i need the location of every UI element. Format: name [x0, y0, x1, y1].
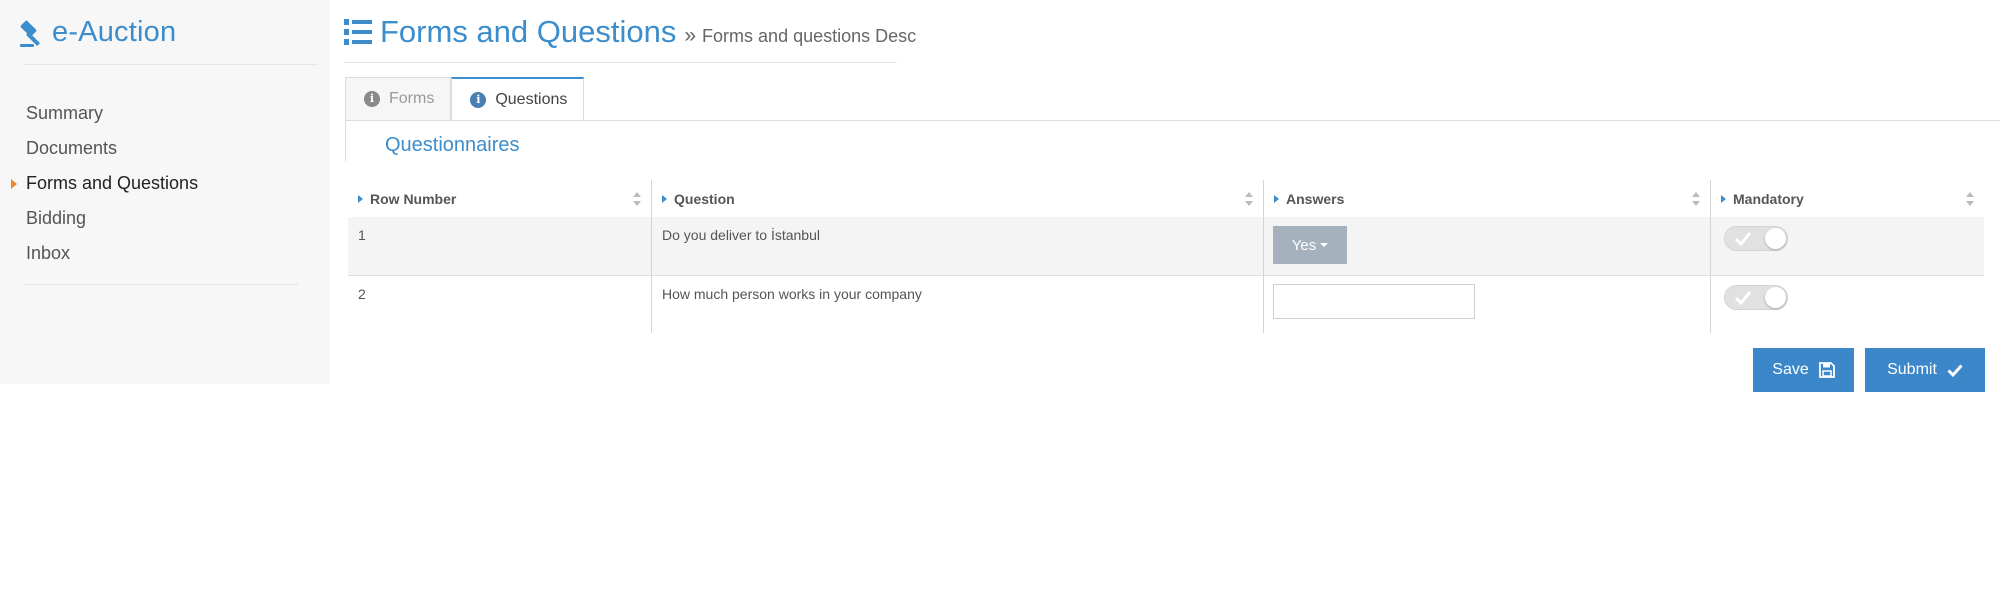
sidebar-item-documents[interactable]: Documents — [0, 131, 330, 166]
column-header-answers[interactable]: Answers — [1263, 180, 1710, 217]
brand[interactable]: e-Auction — [18, 16, 176, 49]
sort-icon — [1966, 192, 1974, 206]
table-row: 1 Do you deliver to İstanbul Yes — [348, 217, 1984, 275]
breadcrumb-separator: » — [684, 24, 697, 47]
divider — [24, 64, 318, 65]
column-header-row-number[interactable]: Row Number — [348, 180, 651, 217]
table-row: 2 How much person works in your company — [348, 275, 1984, 333]
save-button-label: Save — [1772, 361, 1809, 378]
question-cell: How much person works in your company — [651, 276, 1263, 333]
question-cell: Do you deliver to İstanbul — [651, 217, 1263, 275]
answer-select-button[interactable]: Yes — [1273, 226, 1347, 264]
caret-right-icon — [1721, 194, 1726, 203]
page-title: Forms and Questions — [380, 14, 677, 49]
tab-bar: i Forms i Questions — [345, 77, 585, 121]
column-header-label: Row Number — [370, 190, 457, 207]
toggle-knob — [1765, 287, 1786, 308]
caret-down-icon — [1320, 243, 1329, 247]
answer-input[interactable] — [1273, 284, 1475, 319]
mandatory-cell — [1710, 276, 1984, 333]
ordered-list-icon — [344, 19, 372, 45]
sidebar-item-label: Forms and Questions — [26, 173, 199, 193]
column-header-label: Answers — [1286, 190, 1345, 207]
sidebar-item-label: Bidding — [26, 208, 87, 228]
caret-right-icon — [358, 194, 363, 203]
row-number-cell: 2 — [358, 286, 366, 302]
tab-questions[interactable]: i Questions — [451, 77, 585, 121]
sidebar-item-forms-and-questions[interactable]: Forms and Questions — [0, 166, 330, 201]
submit-button[interactable]: Submit — [1865, 348, 1985, 392]
sidebar-item-bidding[interactable]: Bidding — [0, 201, 330, 236]
sort-icon — [1692, 192, 1700, 206]
column-header-question[interactable]: Question — [651, 180, 1263, 217]
page-header: Forms and Questions » Forms and question… — [344, 14, 916, 50]
sidebar-item-label: Summary — [26, 103, 104, 123]
section-title: Questionnaires — [385, 134, 520, 156]
divider — [24, 284, 298, 285]
divider — [345, 120, 2000, 121]
sidebar-item-label: Documents — [26, 138, 118, 158]
tab-label: Questions — [495, 91, 568, 108]
tab-label: Forms — [389, 90, 435, 107]
answer-cell — [1263, 276, 1710, 333]
info-icon: i — [364, 91, 380, 107]
mandatory-toggle[interactable] — [1724, 285, 1788, 310]
questions-table: Row Number Question Answers Mandatory 1 … — [348, 180, 1984, 333]
check-icon — [1734, 232, 1752, 246]
sidebar-nav: Summary Documents Forms and Questions Bi… — [0, 96, 330, 271]
info-icon: i — [470, 92, 487, 108]
divider — [344, 62, 897, 63]
divider — [345, 120, 346, 161]
gavel-icon — [20, 20, 40, 47]
sort-icon — [1245, 192, 1253, 206]
sort-icon — [633, 192, 641, 206]
column-header-mandatory[interactable]: Mandatory — [1710, 180, 1984, 217]
sidebar-item-summary[interactable]: Summary — [0, 96, 330, 131]
answer-select-value: Yes — [1291, 236, 1317, 254]
toggle-knob — [1765, 228, 1786, 249]
caret-right-icon — [662, 194, 667, 203]
sidebar-item-inbox[interactable]: Inbox — [0, 236, 330, 271]
check-icon — [1947, 364, 1963, 378]
column-header-label: Question — [674, 190, 735, 207]
mandatory-cell — [1710, 217, 1984, 275]
check-icon — [1734, 291, 1752, 305]
mandatory-toggle[interactable] — [1724, 226, 1788, 251]
floppy-disk-icon — [1818, 362, 1835, 378]
table-header: Row Number Question Answers Mandatory — [348, 180, 1984, 217]
save-button[interactable]: Save — [1753, 348, 1854, 392]
active-caret-icon — [11, 179, 17, 189]
tab-forms[interactable]: i Forms — [345, 77, 452, 120]
answer-cell: Yes — [1263, 217, 1710, 275]
submit-button-label: Submit — [1887, 361, 1937, 378]
sidebar: e-Auction Summary Documents Forms and Qu… — [0, 0, 330, 384]
row-number-cell: 1 — [358, 227, 366, 243]
brand-name: e-Auction — [52, 16, 177, 48]
column-header-label: Mandatory — [1733, 190, 1804, 207]
breadcrumb: Forms and questions Desc — [702, 26, 917, 46]
sidebar-item-label: Inbox — [26, 243, 71, 263]
caret-right-icon — [1274, 194, 1279, 203]
